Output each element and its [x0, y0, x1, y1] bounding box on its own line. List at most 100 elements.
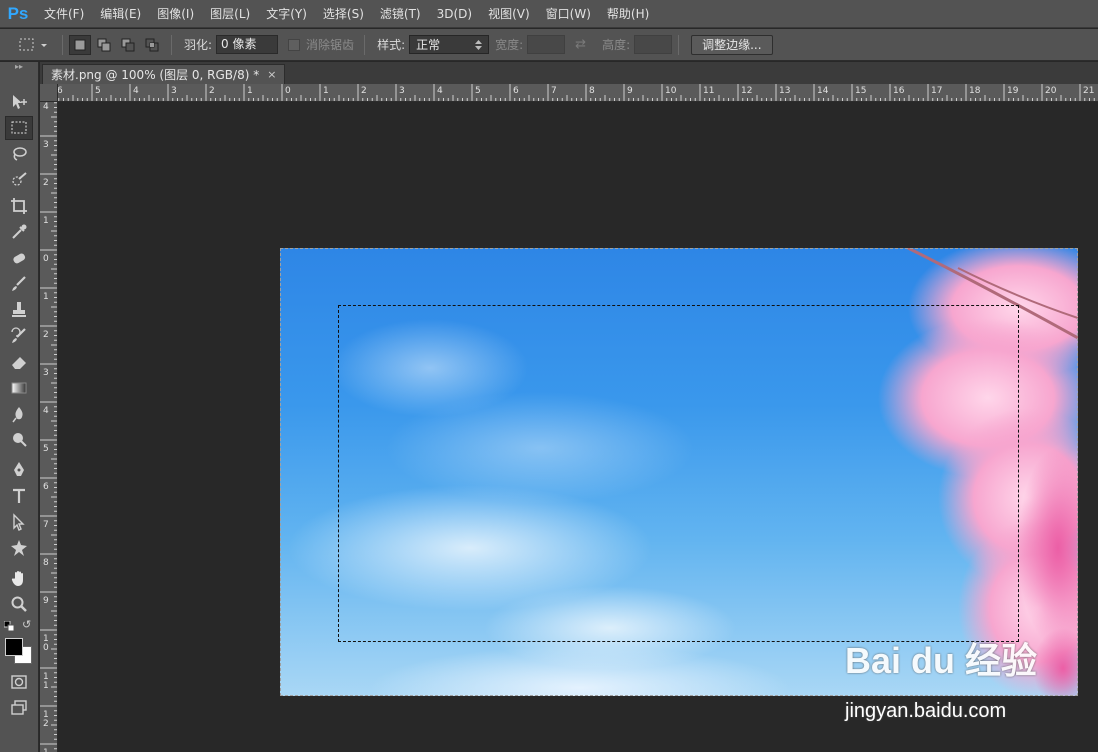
- refine-edge-button[interactable]: 调整边缘...: [691, 34, 773, 55]
- menu-filter[interactable]: 滤镜(T): [372, 0, 429, 28]
- quick-select-icon[interactable]: [5, 168, 33, 192]
- menu-window[interactable]: 窗口(W): [538, 0, 599, 28]
- intersect-selection-icon: [145, 38, 159, 51]
- document-tab-title: 素材.png @ 100% (图层 0, RGB/8) *: [51, 68, 260, 82]
- ruler-h-label: 6: [58, 86, 63, 96]
- ruler-h-label: 5: [475, 86, 481, 96]
- menu-bar: Ps 文件(F) 编辑(E) 图像(I) 图层(L) 文字(Y) 选择(S) 滤…: [0, 0, 1098, 28]
- spot-heal-icon[interactable]: [5, 246, 33, 270]
- eyedropper-icon[interactable]: [5, 220, 33, 244]
- ruler-v-label: 4: [43, 406, 49, 416]
- zoom-icon[interactable]: [5, 592, 33, 616]
- app-logo: Ps: [7, 3, 29, 23]
- ruler-v-label: 1: [43, 748, 49, 752]
- blur-icon[interactable]: [5, 402, 33, 426]
- custom-shape-icon[interactable]: [5, 536, 33, 560]
- subtract-selection-icon: [121, 38, 135, 51]
- ruler-h-label: 7: [551, 86, 557, 96]
- height-input[interactable]: [634, 35, 673, 54]
- ruler-v-label: 1: [43, 292, 49, 302]
- ruler-h-label: 16: [893, 86, 905, 96]
- document-tab[interactable]: 素材.png @ 100% (图层 0, RGB/8) * ×: [42, 64, 286, 84]
- ruler-h-label: 13: [779, 86, 790, 96]
- screen-mode-icon[interactable]: [5, 696, 33, 720]
- tool-preset-picker[interactable]: [12, 34, 56, 56]
- default-colors-icon[interactable]: [3, 620, 15, 632]
- document-image[interactable]: [280, 248, 1078, 696]
- ruler-v-label: 7: [43, 520, 49, 530]
- menu-file[interactable]: 文件(F): [36, 0, 92, 28]
- intersect-selection-button[interactable]: [141, 35, 163, 55]
- ruler-v-label: 1: [43, 681, 49, 691]
- swap-icon[interactable]: ⇄: [575, 37, 586, 52]
- ruler-v-label: 4: [43, 102, 49, 112]
- watermark-logo: Bai du 经验: [845, 640, 1038, 681]
- rect-marquee-icon[interactable]: [5, 116, 33, 140]
- feather-input[interactable]: 0 像素: [216, 35, 279, 54]
- lasso-icon[interactable]: [5, 142, 33, 166]
- ruler-h-label: 18: [969, 86, 981, 96]
- ruler-v-label: 2: [43, 330, 49, 340]
- hand-icon[interactable]: [5, 566, 33, 590]
- add-selection-icon: [97, 38, 111, 51]
- menu-3d[interactable]: 3D(D): [429, 0, 480, 28]
- quick-mask-icon[interactable]: [5, 670, 33, 694]
- toolbox-grip-icon[interactable]: ▸▸: [0, 62, 38, 72]
- pen-icon[interactable]: [5, 458, 33, 482]
- type-icon[interactable]: [5, 484, 33, 508]
- ruler-h-label: 2: [209, 86, 215, 96]
- swap-colors-icon[interactable]: ↺: [22, 618, 31, 631]
- ruler-h-label: 19: [1007, 86, 1019, 96]
- width-label: 宽度:: [495, 38, 524, 52]
- menu-layer[interactable]: 图层(L): [202, 0, 258, 28]
- ruler-h-label: 4: [437, 86, 443, 96]
- ruler-v-label: 1: [43, 216, 49, 226]
- path-select-icon[interactable]: [5, 510, 33, 534]
- horizontal-ruler[interactable]: 6543210123456789101112131415161718192021: [58, 84, 1098, 102]
- ruler-h-label: 3: [171, 86, 177, 96]
- ruler-h-label: 11: [703, 86, 714, 96]
- vertical-ruler[interactable]: 4321012345678910111213: [40, 102, 58, 752]
- ruler-v-label: 5: [43, 444, 49, 454]
- ruler-h-label: 5: [95, 86, 101, 96]
- ruler-h-label: 2: [361, 86, 367, 96]
- add-selection-button[interactable]: [93, 35, 115, 55]
- foreground-color-swatch[interactable]: [5, 638, 23, 656]
- ruler-h-label: 15: [855, 86, 866, 96]
- eraser-icon[interactable]: [5, 350, 33, 374]
- style-select-value: 正常: [416, 38, 441, 52]
- document-tab-bar: 素材.png @ 100% (图层 0, RGB/8) * ×: [40, 62, 1098, 84]
- clone-stamp-icon[interactable]: [5, 298, 33, 322]
- rect-marquee-preset-icon: [19, 38, 47, 50]
- menu-select[interactable]: 选择(S): [315, 0, 372, 28]
- style-select[interactable]: 正常: [409, 35, 490, 54]
- cherry-blossom-illustration: [878, 248, 1078, 696]
- ruler-h-label: 4: [133, 86, 139, 96]
- close-tab-icon[interactable]: ×: [267, 68, 276, 81]
- menu-view[interactable]: 视图(V): [480, 0, 538, 28]
- move-icon[interactable]: [5, 90, 33, 114]
- ruler-h-label: 12: [741, 86, 752, 96]
- new-selection-button[interactable]: [69, 34, 91, 55]
- antialias-checkbox[interactable]: [288, 38, 301, 51]
- menu-type[interactable]: 文字(Y): [258, 0, 315, 28]
- dodge-icon[interactable]: [5, 428, 33, 452]
- brush-icon[interactable]: [5, 272, 33, 296]
- menu-help[interactable]: 帮助(H): [599, 0, 657, 28]
- ruler-origin[interactable]: [40, 84, 58, 102]
- separator: [364, 34, 366, 55]
- ruler-v-label: 0: [43, 643, 49, 653]
- ruler-h-label: 14: [817, 86, 829, 96]
- ruler-h-label: 20: [1045, 86, 1057, 96]
- vertical-ruler-ticks: 4321012345678910111213: [40, 102, 57, 752]
- gradient-icon[interactable]: [5, 376, 33, 400]
- ruler-h-label: 6: [513, 86, 519, 96]
- separator: [678, 34, 680, 55]
- subtract-selection-button[interactable]: [117, 35, 139, 55]
- menu-edit[interactable]: 编辑(E): [92, 0, 149, 28]
- history-brush-icon[interactable]: [5, 324, 33, 348]
- width-input[interactable]: [527, 35, 566, 54]
- new-selection-icon: [74, 39, 86, 50]
- menu-image[interactable]: 图像(I): [149, 0, 202, 28]
- crop-icon[interactable]: [5, 194, 33, 218]
